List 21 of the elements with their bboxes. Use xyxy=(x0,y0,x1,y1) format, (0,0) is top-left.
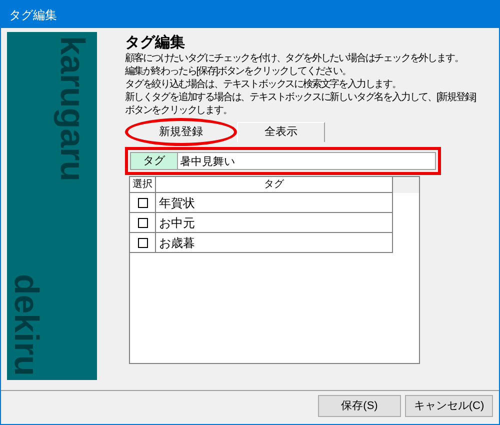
save-button[interactable]: 保存(S) xyxy=(318,395,401,417)
field-label: タグ xyxy=(130,152,178,170)
tag-input[interactable]: 暑中見舞い xyxy=(178,152,436,170)
description-line: ボタンをクリックします。 xyxy=(125,104,233,117)
checkbox[interactable] xyxy=(138,198,148,208)
toolbar-button[interactable]: 全表示 xyxy=(237,122,325,142)
table-cell: お中元 xyxy=(156,213,393,233)
toolbar-button[interactable]: 新規登録 xyxy=(144,124,218,140)
description-line: 新しくタグを追加する場合は、テキストボックスに新しいタグ名を入力して、[新規登録] xyxy=(125,91,477,104)
column-header: 選択 xyxy=(130,177,156,193)
description-line: タグを絞り込む場合は、テキストボックスに検索文字を入力します。 xyxy=(125,78,402,91)
cancel-button[interactable]: キャンセル(C) xyxy=(405,395,493,417)
checkbox[interactable] xyxy=(138,238,148,248)
table-cell: お歳暮 xyxy=(156,233,393,253)
description-line: 編集が終わったら[保存]ボタンをクリックしてください。 xyxy=(125,65,352,78)
checkbox[interactable] xyxy=(138,218,148,228)
column-header: タグ xyxy=(156,177,393,193)
description-line: 顧客につけたいタグにチェックを付け、タグを外したい場合はチェックを外します。 xyxy=(125,52,464,65)
window-title: タグ編集 xyxy=(9,6,57,24)
heading: タグ編集 xyxy=(125,34,186,52)
table-cell: 年賀状 xyxy=(156,193,393,213)
